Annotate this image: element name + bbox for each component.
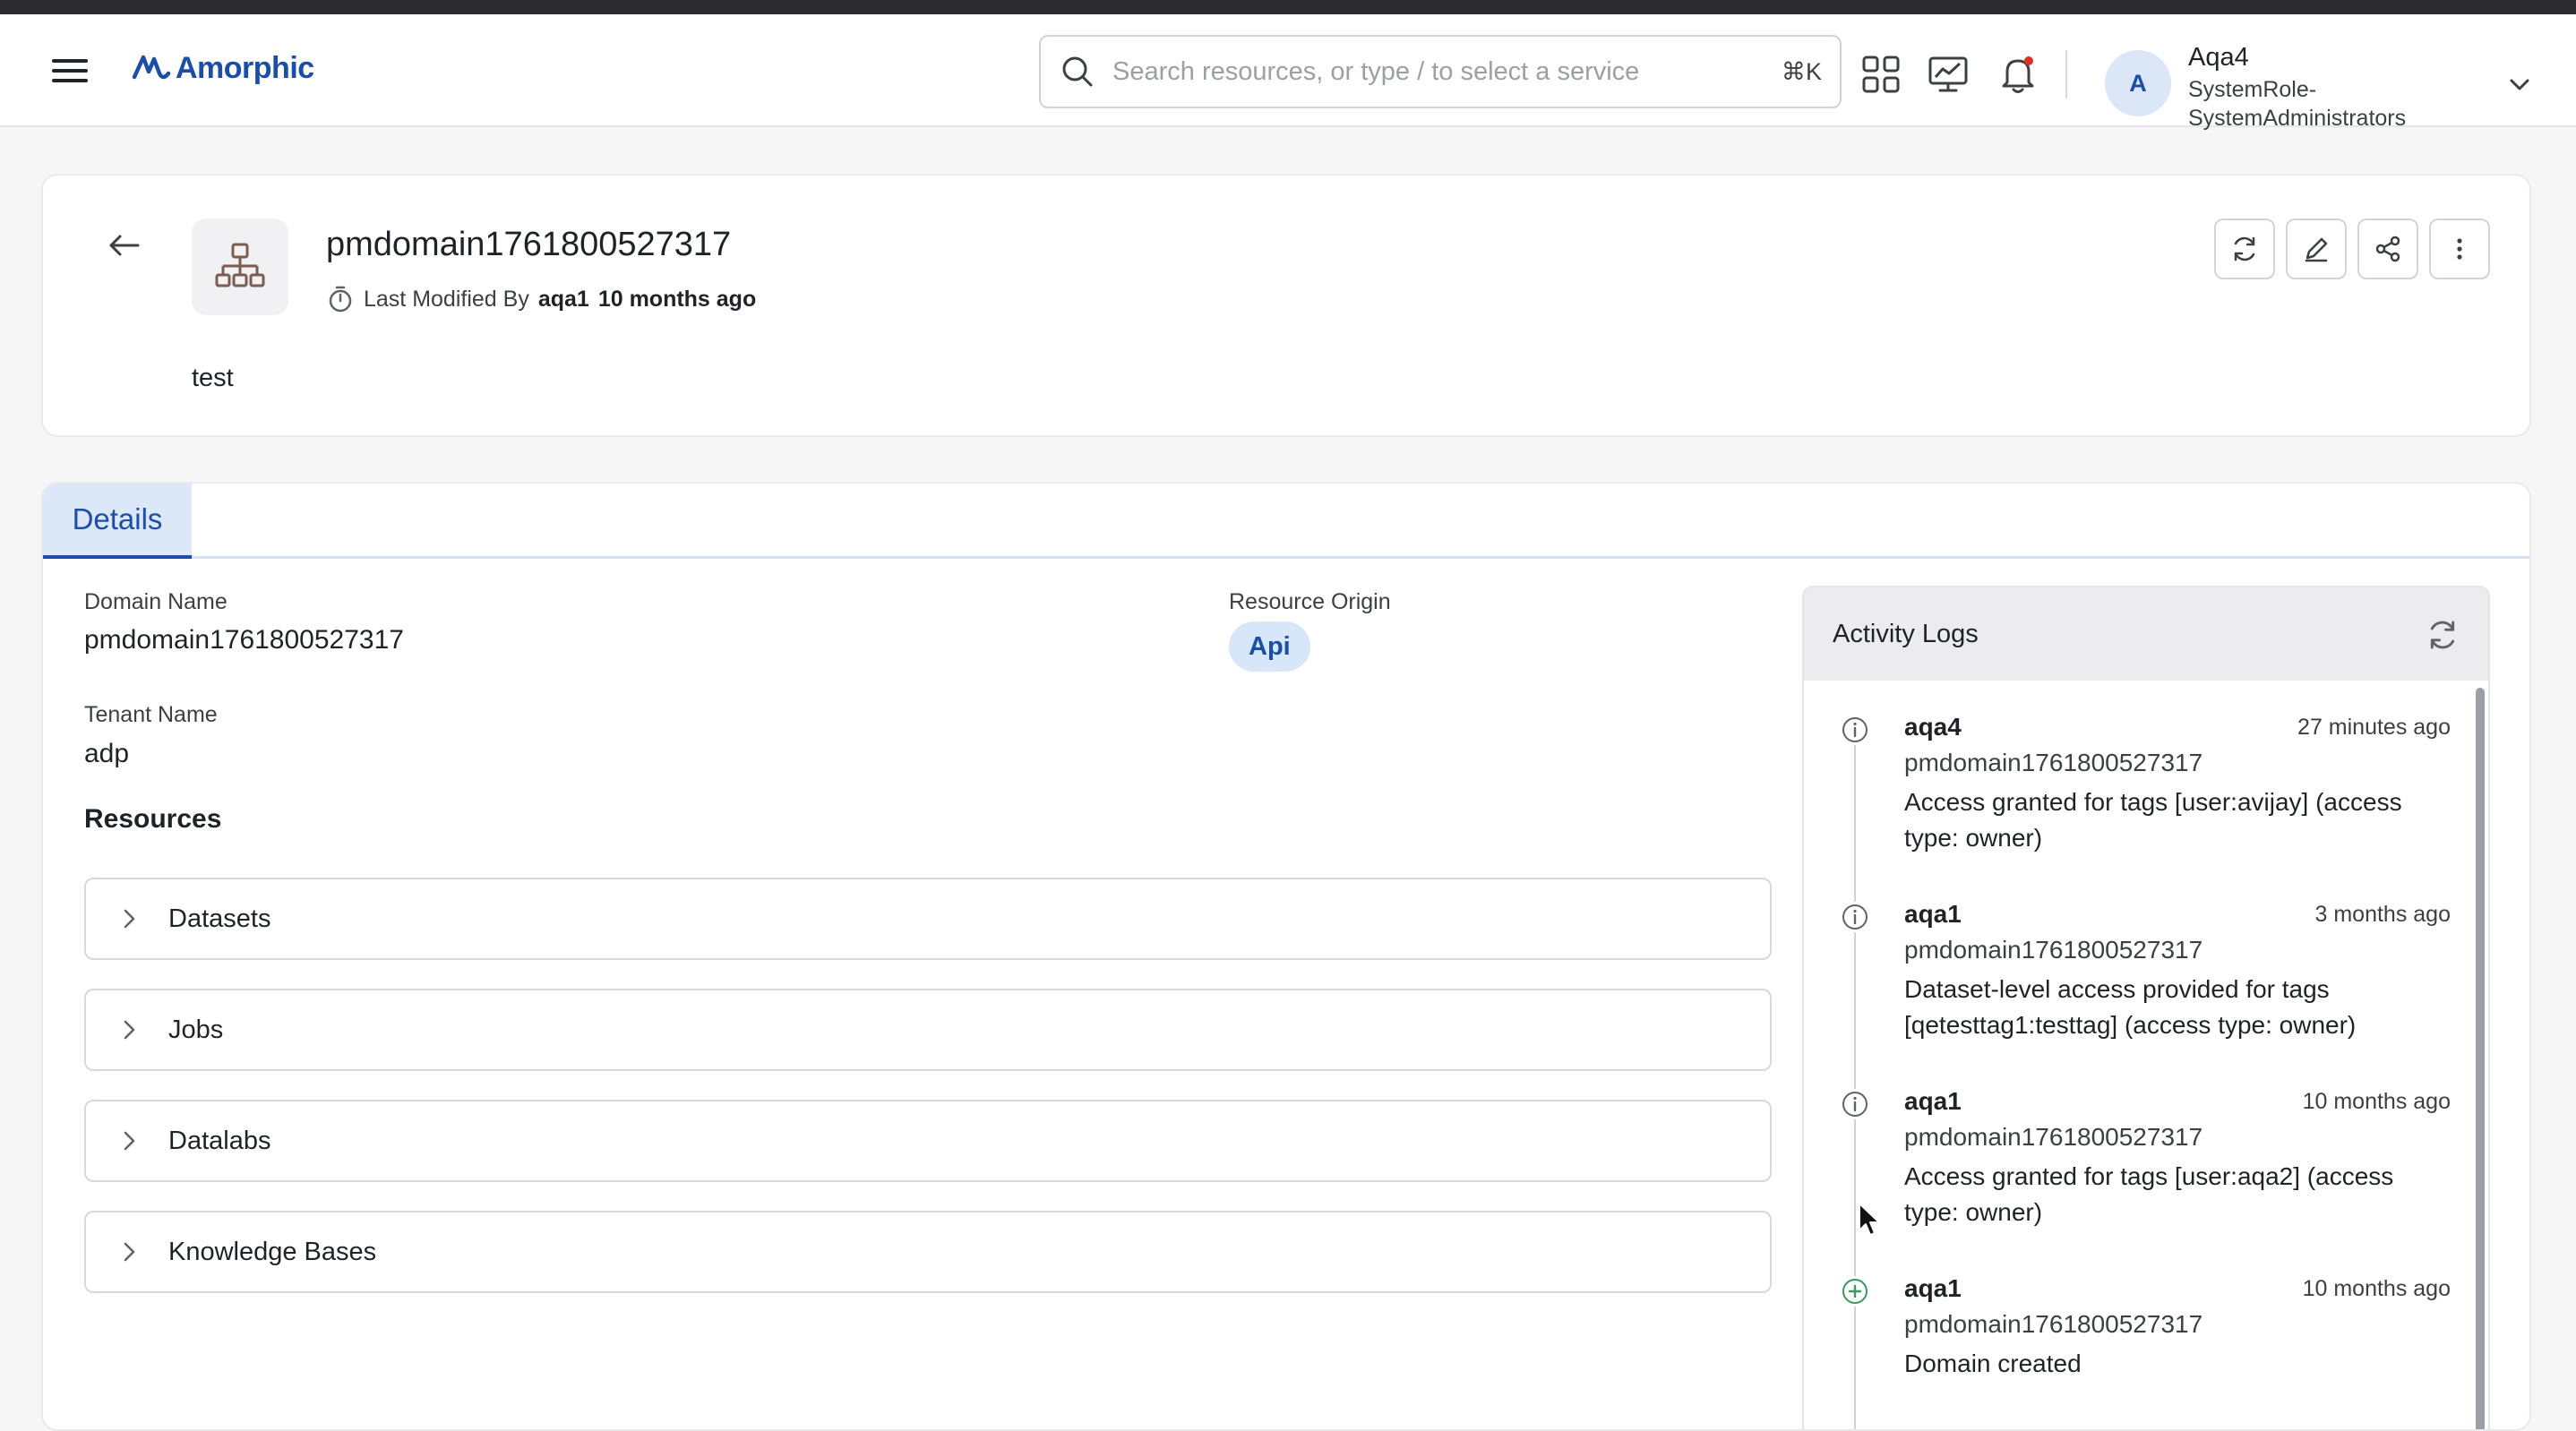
modified-prefix: Last Modified By <box>364 286 529 312</box>
resource-origin-label: Resource Origin <box>1229 589 1391 614</box>
brand-name: Amorphic <box>176 50 314 85</box>
log-time: 10 months ago <box>2302 1276 2451 1301</box>
share-button[interactable] <box>2357 219 2418 279</box>
info-icon <box>1840 715 1870 745</box>
tenant-name-value: adp <box>84 739 130 768</box>
menu-icon[interactable] <box>52 56 91 86</box>
tab-details[interactable]: Details <box>43 484 192 559</box>
activity-logs-panel: Activity Logs aqa4 27 minutes ago pmdoma… <box>1802 586 2490 1429</box>
accordion-jobs[interactable]: Jobs <box>84 989 1772 1071</box>
amorphic-logo-icon <box>132 55 171 80</box>
timeline-line <box>1854 740 1856 1429</box>
more-vertical-icon <box>2457 238 2462 260</box>
plus-circle-icon <box>1840 1276 1870 1307</box>
window-top-strip <box>0 0 2576 14</box>
domain-name-value: pmdomain1761800527317 <box>84 625 404 655</box>
domain-header-card: pmdomain1761800527317 Last Modified By a… <box>41 174 2531 437</box>
accordion-datasets[interactable]: Datasets <box>84 878 1772 960</box>
search-input[interactable] <box>1111 56 1759 88</box>
accordion-knowledge-bases[interactable]: Knowledge Bases <box>84 1211 1772 1293</box>
top-navbar: Amorphic ⌘K A Aqa4 SystemRole-SystemAdmi… <box>0 14 2576 131</box>
user-role: SystemRole-SystemAdministrators <box>2188 77 2407 131</box>
domain-description: test <box>192 364 234 392</box>
avatar[interactable]: A <box>2105 50 2171 116</box>
tenant-name-label: Tenant Name <box>84 702 218 727</box>
last-modified: Last Modified By aqa1 10 months ago <box>326 285 756 313</box>
brand-logo[interactable]: Amorphic <box>131 43 314 93</box>
log-resource: pmdomain1761800527317 <box>1904 749 2203 776</box>
log-user: aqa1 <box>1904 1274 1962 1302</box>
log-resource: pmdomain1761800527317 <box>1904 936 2203 964</box>
resources-title: Resources <box>84 804 222 834</box>
refresh-icon[interactable] <box>2424 616 2461 654</box>
notification-bell-icon[interactable] <box>1996 52 2040 97</box>
clock-icon <box>329 286 352 313</box>
accordion-label: Datasets <box>168 904 271 933</box>
edit-icon <box>2305 237 2328 262</box>
modified-when: 10 months ago <box>597 286 757 312</box>
log-time: 10 months ago <box>2302 1089 2451 1114</box>
log-time: 3 months ago <box>2314 902 2451 927</box>
log-time: 27 minutes ago <box>2297 715 2451 740</box>
tab-bar: Details <box>43 484 2529 559</box>
activity-scrollbar[interactable] <box>2476 688 2485 1429</box>
chevron-right-icon <box>124 909 135 929</box>
accordion-label: Datalabs <box>168 1126 271 1155</box>
chevron-right-icon <box>124 1020 135 1040</box>
chevron-right-icon <box>124 1131 135 1151</box>
search-shortcut: ⌘K <box>1781 58 1822 85</box>
log-resource: pmdomain1761800527317 <box>1904 1123 2203 1151</box>
log-message: Access granted for tags [user:aqa2] (acc… <box>1904 1162 2394 1226</box>
domain-icon-container <box>192 219 288 315</box>
back-arrow-icon[interactable] <box>106 229 142 261</box>
page-title: pmdomain1761800527317 <box>326 226 732 263</box>
log-message: Dataset-level access provided for tags [… <box>1904 975 2357 1039</box>
domain-details-card: Details Domain Name pmdomain176180052731… <box>41 482 2531 1431</box>
hierarchy-icon <box>215 243 265 287</box>
info-icon <box>1840 902 1870 932</box>
user-name[interactable]: Aqa4 <box>2188 43 2249 73</box>
global-search[interactable]: ⌘K <box>1039 35 1842 108</box>
accordion-label: Jobs <box>168 1015 224 1044</box>
monitor-chart-icon[interactable] <box>1926 52 1971 97</box>
navbar-divider <box>2065 50 2067 99</box>
activity-logs-title: Activity Logs <box>1833 619 1979 648</box>
refresh-icon <box>2234 236 2255 261</box>
domain-name-label: Domain Name <box>84 589 228 614</box>
accordion-datalabs[interactable]: Datalabs <box>84 1100 1772 1182</box>
chevron-down-icon[interactable] <box>2506 73 2533 95</box>
apps-grid-icon[interactable] <box>1859 52 1903 97</box>
log-user: aqa1 <box>1904 900 1962 928</box>
log-user: aqa4 <box>1904 713 1962 741</box>
modified-by[interactable]: aqa1 <box>538 287 589 313</box>
activity-logs-header: Activity Logs <box>1804 587 2488 681</box>
resource-origin-badge: Api <box>1229 621 1310 672</box>
log-resource: pmdomain1761800527317 <box>1904 1310 2203 1338</box>
log-user: aqa1 <box>1904 1087 1962 1115</box>
search-icon <box>1062 56 1093 87</box>
log-message: Access granted for tags [user:avijay] (a… <box>1904 788 2402 852</box>
refresh-button[interactable] <box>2214 219 2275 279</box>
info-icon <box>1840 1089 1870 1119</box>
edit-button[interactable] <box>2286 219 2347 279</box>
more-options-button[interactable] <box>2429 219 2490 279</box>
log-message: Domain created <box>1904 1350 2082 1377</box>
share-icon <box>2375 236 2400 262</box>
accordion-label: Knowledge Bases <box>168 1237 377 1266</box>
mouse-cursor-icon <box>1859 1203 1880 1236</box>
chevron-right-icon <box>124 1242 135 1262</box>
